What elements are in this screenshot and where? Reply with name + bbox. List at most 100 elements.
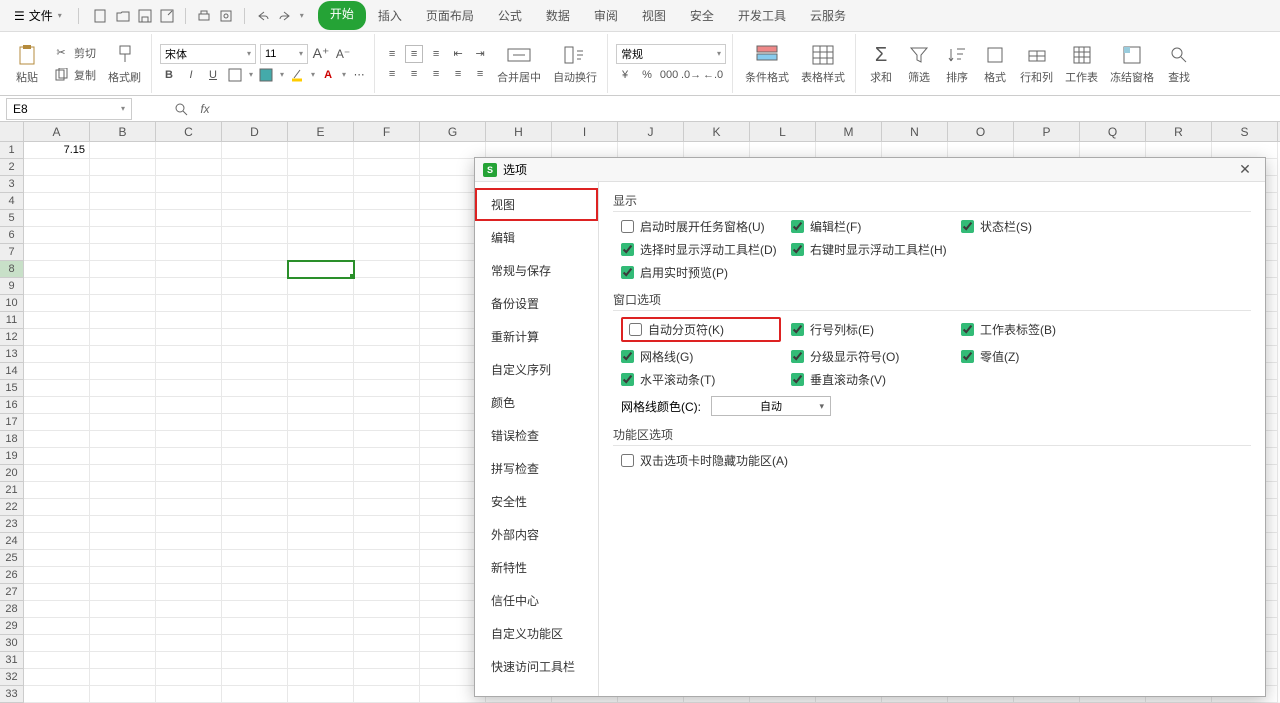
zero-checkbox[interactable]: 零值(Z) <box>961 348 1121 365</box>
outline-checkbox[interactable]: 分级显示符号(O) <box>791 348 951 365</box>
currency-button[interactable]: ¥ <box>616 66 634 84</box>
sidebar-item[interactable]: 信任中心 <box>475 584 598 617</box>
sidebar-item[interactable]: 常规与保存 <box>475 254 598 287</box>
cell[interactable] <box>156 669 222 686</box>
cell[interactable] <box>156 159 222 176</box>
cell[interactable] <box>222 227 288 244</box>
cell[interactable] <box>24 227 90 244</box>
cell[interactable] <box>222 159 288 176</box>
row-col-header-checkbox[interactable]: 行号列标(E) <box>791 317 951 342</box>
row-header[interactable]: 11 <box>0 312 24 329</box>
cell[interactable] <box>24 584 90 601</box>
cell[interactable] <box>222 261 288 278</box>
cell[interactable] <box>90 380 156 397</box>
cell[interactable] <box>354 584 420 601</box>
row-header[interactable]: 17 <box>0 414 24 431</box>
cell[interactable] <box>288 669 354 686</box>
cell[interactable] <box>24 380 90 397</box>
cell[interactable] <box>354 380 420 397</box>
row-header[interactable]: 22 <box>0 499 24 516</box>
format-button[interactable]: 格式 <box>978 40 1012 87</box>
editbar-checkbox[interactable]: 编辑栏(F) <box>791 218 951 235</box>
cell[interactable] <box>222 210 288 227</box>
filter-button[interactable]: 筛选 <box>902 40 936 87</box>
cell[interactable] <box>222 533 288 550</box>
cell[interactable] <box>24 635 90 652</box>
cell[interactable] <box>288 482 354 499</box>
cell[interactable] <box>24 312 90 329</box>
decrease-decimal-button[interactable]: ←.0 <box>704 66 722 84</box>
sidebar-item[interactable]: 新特性 <box>475 551 598 584</box>
sidebar-item[interactable]: 拼写检查 <box>475 452 598 485</box>
row-header[interactable]: 23 <box>0 516 24 533</box>
cell[interactable] <box>354 176 420 193</box>
cell[interactable] <box>24 159 90 176</box>
tab-cloud[interactable]: 云服务 <box>798 1 858 30</box>
cell[interactable] <box>90 584 156 601</box>
cell[interactable] <box>156 482 222 499</box>
cell[interactable] <box>354 278 420 295</box>
font-color-button[interactable]: A <box>319 66 337 84</box>
tab-insert[interactable]: 插入 <box>366 1 414 30</box>
cell[interactable] <box>156 397 222 414</box>
cell[interactable] <box>156 295 222 312</box>
highlight-button[interactable] <box>288 66 306 84</box>
cell[interactable] <box>288 618 354 635</box>
row-header[interactable]: 19 <box>0 448 24 465</box>
cell-fill-button[interactable] <box>257 66 275 84</box>
cell[interactable] <box>354 261 420 278</box>
cell[interactable] <box>288 584 354 601</box>
row-header[interactable]: 26 <box>0 567 24 584</box>
cell[interactable] <box>156 584 222 601</box>
sidebar-item[interactable]: 重新计算 <box>475 320 598 353</box>
taskpane-checkbox[interactable]: 启动时展开任务窗格(U) <box>621 218 781 235</box>
cell[interactable] <box>222 278 288 295</box>
cell[interactable] <box>156 261 222 278</box>
cell[interactable] <box>288 380 354 397</box>
cell[interactable] <box>156 176 222 193</box>
cell[interactable] <box>90 431 156 448</box>
row-header[interactable]: 15 <box>0 380 24 397</box>
cell[interactable] <box>288 567 354 584</box>
cell[interactable] <box>156 567 222 584</box>
row-header[interactable]: 30 <box>0 635 24 652</box>
copy-button[interactable]: 复制 <box>48 65 100 85</box>
vscroll-checkbox[interactable]: 垂直滚动条(V) <box>791 371 951 388</box>
cell[interactable] <box>288 397 354 414</box>
cell[interactable] <box>288 465 354 482</box>
cell[interactable] <box>222 635 288 652</box>
cell[interactable] <box>222 669 288 686</box>
close-button[interactable]: ✕ <box>1233 158 1257 182</box>
cell[interactable] <box>156 618 222 635</box>
number-format-select[interactable]: 常规▾ <box>616 44 726 64</box>
cell[interactable] <box>222 329 288 346</box>
cell[interactable] <box>24 601 90 618</box>
font-name-select[interactable]: 宋体▾ <box>160 44 256 64</box>
column-header[interactable]: N <box>882 122 948 141</box>
row-header[interactable]: 10 <box>0 295 24 312</box>
cell[interactable] <box>222 601 288 618</box>
column-header[interactable]: Q <box>1080 122 1146 141</box>
cell[interactable] <box>90 601 156 618</box>
cell[interactable] <box>222 346 288 363</box>
justify-button[interactable]: ≡ <box>449 65 467 83</box>
cell[interactable] <box>288 278 354 295</box>
row-header[interactable]: 1 <box>0 142 24 159</box>
align-center-button[interactable]: ≡ <box>405 65 423 83</box>
cell[interactable] <box>24 533 90 550</box>
column-header[interactable]: A <box>24 122 90 141</box>
cell[interactable] <box>24 176 90 193</box>
sidebar-item[interactable]: 备份设置 <box>475 287 598 320</box>
cell[interactable] <box>288 227 354 244</box>
find-button[interactable]: 查找 <box>1162 40 1196 87</box>
cell[interactable] <box>24 686 90 703</box>
sidebar-item[interactable]: 颜色 <box>475 386 598 419</box>
undo-icon[interactable] <box>255 8 271 24</box>
distribute-button[interactable]: ≡ <box>471 65 489 83</box>
cell[interactable] <box>156 142 222 159</box>
cell[interactable] <box>288 142 354 159</box>
cell[interactable]: 7.15 <box>24 142 90 159</box>
cell[interactable] <box>24 244 90 261</box>
cell[interactable] <box>354 482 420 499</box>
font-size-select[interactable]: 11▾ <box>260 44 308 64</box>
